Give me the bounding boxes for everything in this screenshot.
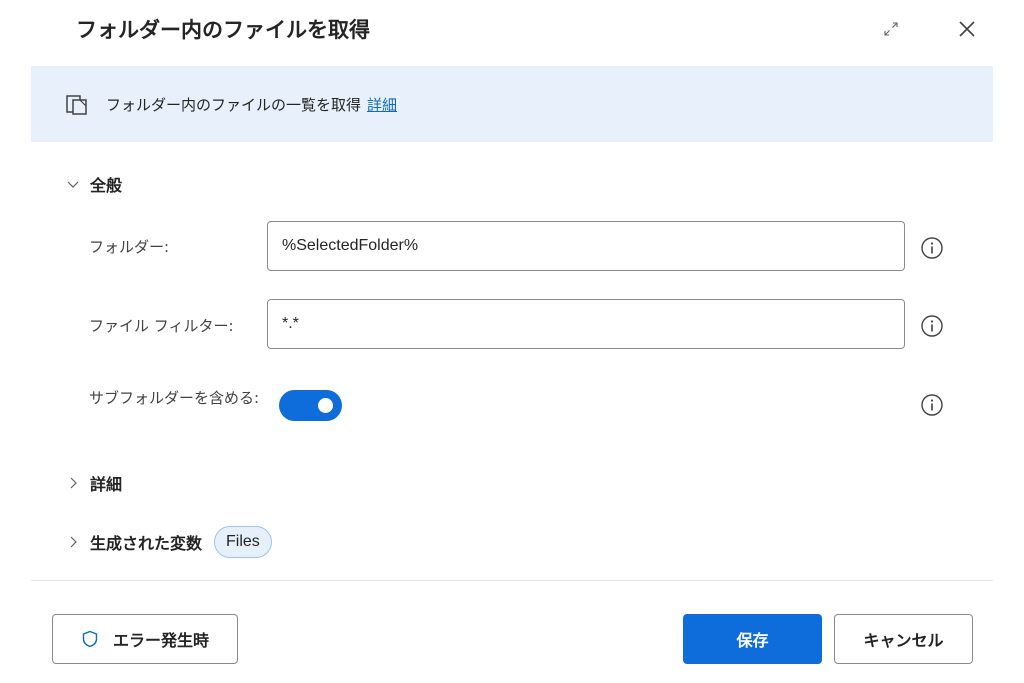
description-banner: フォルダー内のファイルの一覧を取得 詳細: [31, 66, 993, 142]
close-icon[interactable]: [956, 18, 978, 40]
section-general-toggle[interactable]: 全般: [66, 172, 122, 196]
info-icon[interactable]: [920, 393, 944, 417]
variable-chip-files[interactable]: Files: [214, 526, 272, 558]
include-subfolders-toggle[interactable]: [279, 390, 342, 421]
shield-icon: [82, 630, 98, 648]
save-button[interactable]: 保存: [683, 614, 822, 664]
action-description: フォルダー内のファイルの一覧を取得 詳細: [106, 94, 397, 115]
document-copy-icon: [66, 95, 87, 115]
chevron-down-icon: [67, 181, 79, 188]
description-text: フォルダー内のファイルの一覧を取得: [106, 96, 362, 114]
cancel-button[interactable]: キャンセル: [834, 614, 973, 664]
chevron-right-icon: [70, 477, 77, 489]
section-details-label: 詳細: [90, 475, 123, 494]
on-error-button[interactable]: エラー発生時: [52, 614, 238, 664]
file-filter-input[interactable]: [267, 299, 905, 349]
info-icon[interactable]: [920, 236, 944, 260]
on-error-label: エラー発生時: [112, 631, 209, 650]
footer-divider: [31, 580, 993, 581]
info-icon[interactable]: [920, 314, 944, 338]
section-variables-toggle[interactable]: 生成された変数 Files: [66, 526, 272, 558]
folder-label: フォルダー:: [89, 238, 170, 256]
folder-input[interactable]: [267, 221, 905, 271]
dialog-title: フォルダー内のファイルを取得: [76, 18, 370, 42]
expand-icon[interactable]: [882, 20, 900, 38]
chevron-right-icon: [70, 536, 77, 548]
section-general-label: 全般: [90, 176, 123, 195]
section-details-toggle[interactable]: 詳細: [66, 471, 122, 495]
section-variables-label: 生成された変数: [90, 534, 203, 553]
file-filter-label: ファイル フィルター:: [89, 317, 234, 335]
include-subfolders-label: サブフォルダーを含める:: [89, 389, 260, 407]
details-link[interactable]: 詳細: [367, 96, 397, 114]
toggle-knob: [318, 398, 333, 413]
